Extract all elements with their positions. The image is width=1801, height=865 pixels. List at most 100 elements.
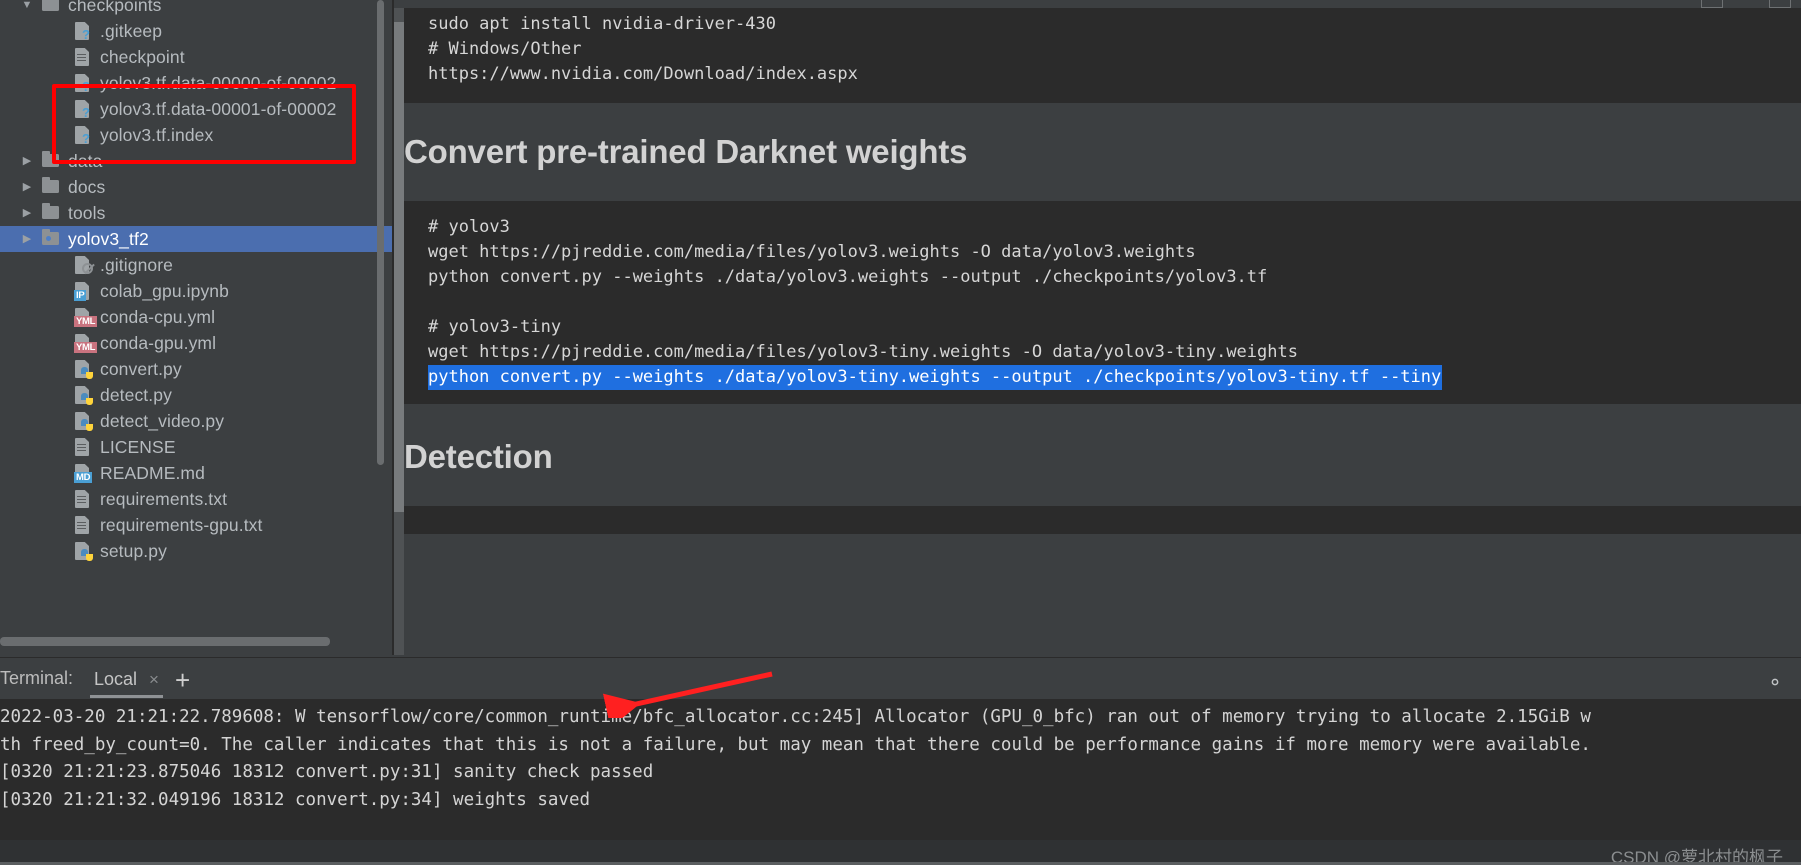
- code-line: https://www.nvidia.com/Download/index.as…: [428, 64, 858, 84]
- preview-scrollbar-thumb[interactable]: [394, 22, 404, 512]
- heading-detection: Detection: [404, 438, 553, 475]
- tree-item-colab-gpu-ipynb[interactable]: IP colab_gpu.ipynb: [0, 278, 392, 304]
- tree-item-convert-py[interactable]: convert.py: [0, 356, 392, 382]
- project-tree[interactable]: ▼ checkpoints? .gitkeep checkpoint? yolov3.t…: [0, 0, 392, 564]
- tree-item-label: yolov3_tf2: [68, 228, 149, 249]
- tree-item-requirements-txt[interactable]: requirements.txt: [0, 486, 392, 512]
- file-text-icon: [70, 437, 94, 457]
- tree-item-requirements-gpu-txt[interactable]: requirements-gpu.txt: [0, 512, 392, 538]
- folder-module-icon: [38, 229, 62, 249]
- code-block-driver-install: sudo apt install nvidia-driver-430 # Win…: [404, 8, 1801, 103]
- heading-convert-weights: Convert pre-trained Darknet weights: [404, 133, 968, 170]
- add-terminal-icon[interactable]: +: [175, 667, 190, 693]
- file-python-icon: [70, 385, 94, 405]
- tree-item-setup-py[interactable]: setup.py: [0, 538, 392, 564]
- tree-item-label: detect_video.py: [100, 410, 225, 431]
- tree-item-tools[interactable]: ▶ tools: [0, 200, 392, 226]
- tree-item-license[interactable]: LICENSE: [0, 434, 392, 460]
- tree-item-label: requirements.txt: [100, 488, 228, 509]
- tree-item-detect-py[interactable]: detect.py: [0, 382, 392, 408]
- tree-item-data[interactable]: ▶ data: [0, 148, 392, 174]
- tree-item-label: checkpoint: [100, 46, 185, 67]
- folder-icon: [38, 151, 62, 171]
- tree-item-label: colab_gpu.ipynb: [100, 280, 229, 301]
- code-line: python convert.py --weights ./data/yolov…: [428, 267, 1268, 287]
- tree-item-checkpoint[interactable]: checkpoint: [0, 44, 392, 70]
- chevron-right-icon[interactable]: ▶: [16, 207, 38, 219]
- code-line: wget https://pjreddie.com/media/files/yo…: [428, 342, 1298, 362]
- folder-icon: [38, 203, 62, 223]
- tree-item-label: yolov3.tf.data-00000-of-00002: [100, 72, 337, 93]
- tree-item-label: conda-cpu.yml: [100, 306, 216, 327]
- file-unknown-icon: ?: [70, 73, 94, 93]
- markdown-preview-panel: sudo apt install nvidia-driver-430 # Win…: [394, 0, 1801, 655]
- project-tree-panel[interactable]: ▼ checkpoints? .gitkeep checkpoint? yolov3.t…: [0, 0, 392, 655]
- tree-item-label: .gitkeep: [100, 20, 163, 41]
- terminal-line: th freed_by_count=0. The caller indicate…: [0, 734, 1591, 755]
- tree-item-yolov3-tf-index[interactable]: ? yolov3.tf.index: [0, 122, 392, 148]
- tree-item-yolov3-tf-data-00000-of-00002[interactable]: ? yolov3.tf.data-00000-of-00002: [0, 70, 392, 96]
- tree-item-conda-gpu-yml[interactable]: YML conda-gpu.yml: [0, 330, 392, 356]
- chevron-right-icon[interactable]: ▶: [16, 155, 38, 167]
- file-text-icon: [70, 515, 94, 535]
- tree-item-label: tools: [68, 202, 106, 223]
- tree-item-readme-md[interactable]: MD README.md: [0, 460, 392, 486]
- file-ignored-icon: [70, 255, 94, 275]
- tree-item-label: README.md: [100, 462, 205, 483]
- file-yml-icon: YML: [70, 333, 98, 353]
- tree-item-label: data: [68, 150, 103, 171]
- terminal-line: [0320 21:21:23.875046 18312 convert.py:3…: [0, 762, 654, 782]
- file-yml-icon: YML: [70, 307, 98, 327]
- red-arrow-annotation: [602, 671, 773, 718]
- file-ipynb-icon: IP: [70, 281, 94, 301]
- tree-item-label: docs: [68, 176, 106, 197]
- tree-item-yolov3-tf2[interactable]: ▶ yolov3_tf2: [0, 226, 392, 252]
- file-python-icon: [70, 359, 94, 379]
- file-unknown-icon: ?: [70, 125, 94, 145]
- terminal-line: [0320 21:21:32.049196 18312 convert.py:3…: [0, 789, 591, 810]
- code-block-convert: # yolov3 wget https://pjreddie.com/media…: [404, 201, 1801, 404]
- terminal-output[interactable]: 2022-03-20 21:21:22.789608: W tensorflow…: [0, 699, 1801, 840]
- tree-item-label: convert.py: [100, 358, 182, 379]
- terminal-tab-local[interactable]: Local ×: [90, 664, 163, 698]
- maximize-icon[interactable]: [1701, 0, 1723, 8]
- folder-icon: [38, 177, 62, 197]
- close-icon[interactable]: ×: [149, 671, 159, 688]
- ide-window: ▼ checkpoints? .gitkeep checkpoint? yolov3.t…: [0, 0, 1801, 865]
- code-line: # Windows/Other: [428, 39, 582, 59]
- tree-item-label: conda-gpu.yml: [100, 332, 217, 353]
- tree-item--gitignore[interactable]: .gitignore: [0, 252, 392, 278]
- terminal-line: 2022-03-20 21:21:22.789608: W tensorflow…: [0, 707, 1591, 727]
- chevron-right-icon[interactable]: ▶: [16, 181, 38, 193]
- chevron-down-icon[interactable]: ▼: [16, 0, 38, 11]
- tree-item-label: detect.py: [100, 384, 172, 405]
- tree-item-label: LICENSE: [100, 436, 176, 457]
- tree-item-label: yolov3.tf.data-00001-of-00002: [100, 98, 337, 119]
- code-line-selected[interactable]: python convert.py --weights ./data/yolov…: [428, 365, 1443, 390]
- tree-item-detect-video-py[interactable]: detect_video.py: [0, 408, 392, 434]
- tree-item-label: yolov3.tf.index: [100, 124, 214, 145]
- tree-item-conda-cpu-yml[interactable]: YML conda-cpu.yml: [0, 304, 392, 330]
- code-line: # yolov3: [428, 217, 510, 237]
- project-tree-horizontal-scrollbar[interactable]: [0, 637, 330, 646]
- close-icon[interactable]: [1769, 0, 1791, 8]
- chevron-right-icon[interactable]: ▶: [16, 233, 38, 245]
- code-line: # yolov3-tiny: [428, 317, 562, 337]
- tree-item-docs[interactable]: ▶ docs: [0, 174, 392, 200]
- file-unknown-icon: ?: [70, 99, 94, 119]
- tree-item--gitkeep[interactable]: ? .gitkeep: [0, 18, 392, 44]
- tree-item-yolov3-tf-data-00001-of-00002[interactable]: ? yolov3.tf.data-00001-of-00002: [0, 96, 392, 122]
- tree-item-checkpoints[interactable]: ▼ checkpoints: [0, 0, 392, 18]
- file-text-icon: [70, 489, 94, 509]
- file-markdown-icon: MD: [70, 463, 94, 483]
- file-text-icon: [70, 47, 94, 67]
- gear-icon[interactable]: [1765, 672, 1785, 692]
- preview-scrollbar-track[interactable]: [394, 8, 404, 655]
- code-block-detection: [404, 506, 1801, 534]
- project-tree-vertical-scrollbar[interactable]: [377, 0, 384, 465]
- file-python-icon: [70, 541, 94, 561]
- tree-item-label: setup.py: [100, 540, 167, 561]
- terminal-tab-bar: Terminal: Local × +: [0, 657, 1801, 699]
- code-line: sudo apt install nvidia-driver-430: [428, 14, 776, 34]
